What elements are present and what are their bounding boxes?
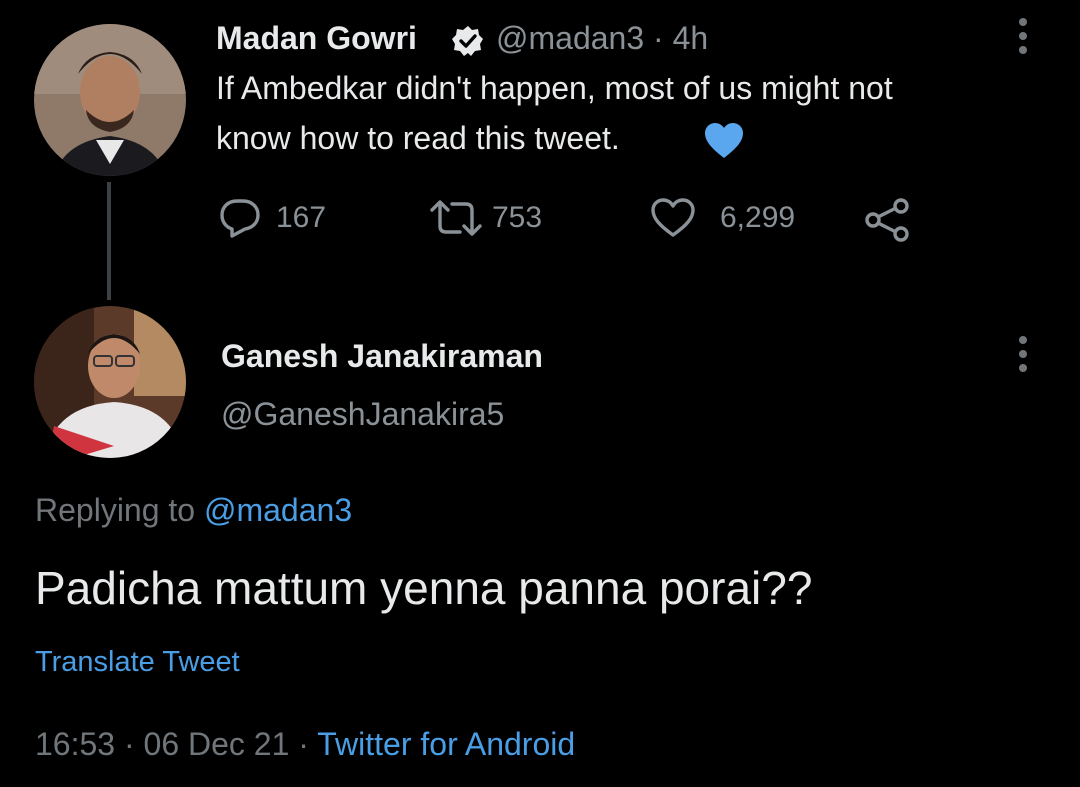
replying-to-label: Replying to — [35, 492, 196, 528]
tweet-age[interactable]: 4h — [673, 20, 709, 56]
translate-tweet-link[interactable]: Translate Tweet — [35, 646, 240, 679]
retweet-icon — [430, 200, 482, 236]
like-heart-icon — [651, 198, 695, 237]
retweet-count: 753 — [492, 201, 543, 234]
madan-handle-meta: @madan3 · 4h — [496, 20, 708, 57]
meta-separator: · — [653, 20, 664, 56]
like-count: 6,299 — [720, 201, 796, 234]
reply-more-options-icon[interactable] — [1019, 336, 1027, 372]
tweet-source[interactable]: Twitter for Android — [317, 726, 575, 762]
time-separator-1: · — [123, 726, 135, 762]
ganesh-avatar[interactable] — [34, 306, 186, 458]
replying-to-handle[interactable]: @madan3 — [204, 492, 352, 528]
more-options-icon[interactable] — [1019, 18, 1027, 54]
like-action[interactable]: 6,299 — [650, 198, 795, 238]
verified-badge-icon — [451, 24, 485, 63]
reply-action[interactable]: 167 — [218, 198, 326, 238]
retweet-action[interactable]: 753 — [428, 198, 542, 238]
reply-icon — [220, 199, 260, 238]
ganesh-handle[interactable]: @GaneshJanakira5 — [221, 396, 504, 433]
tweet-date[interactable]: 06 Dec 21 — [144, 726, 290, 762]
thread-connector-line — [107, 182, 111, 300]
ganesh-author-name[interactable]: Ganesh Janakiraman — [221, 338, 543, 375]
blue-heart-icon — [703, 122, 745, 165]
replying-to-line: Replying to @madan3 — [35, 492, 352, 529]
madan-avatar[interactable] — [34, 24, 186, 176]
madan-author-name[interactable]: Madan Gowri — [216, 20, 417, 57]
time-separator-2: · — [298, 726, 309, 762]
share-icon[interactable] — [864, 198, 912, 247]
tweet-time[interactable]: 16:53 — [35, 726, 115, 762]
reply-count: 167 — [276, 201, 327, 234]
reply-tweet-text: Padicha mattum yenna panna porai?? — [35, 562, 813, 614]
tweet-timestamp-line: 16:53 · 06 Dec 21 · Twitter for Android — [35, 726, 575, 763]
tweet-text-line1: If Ambedkar didn't happen, most of us mi… — [216, 70, 893, 106]
madan-handle[interactable]: @madan3 — [496, 20, 644, 56]
tweet-text-line2: know how to read this tweet. — [216, 120, 620, 156]
